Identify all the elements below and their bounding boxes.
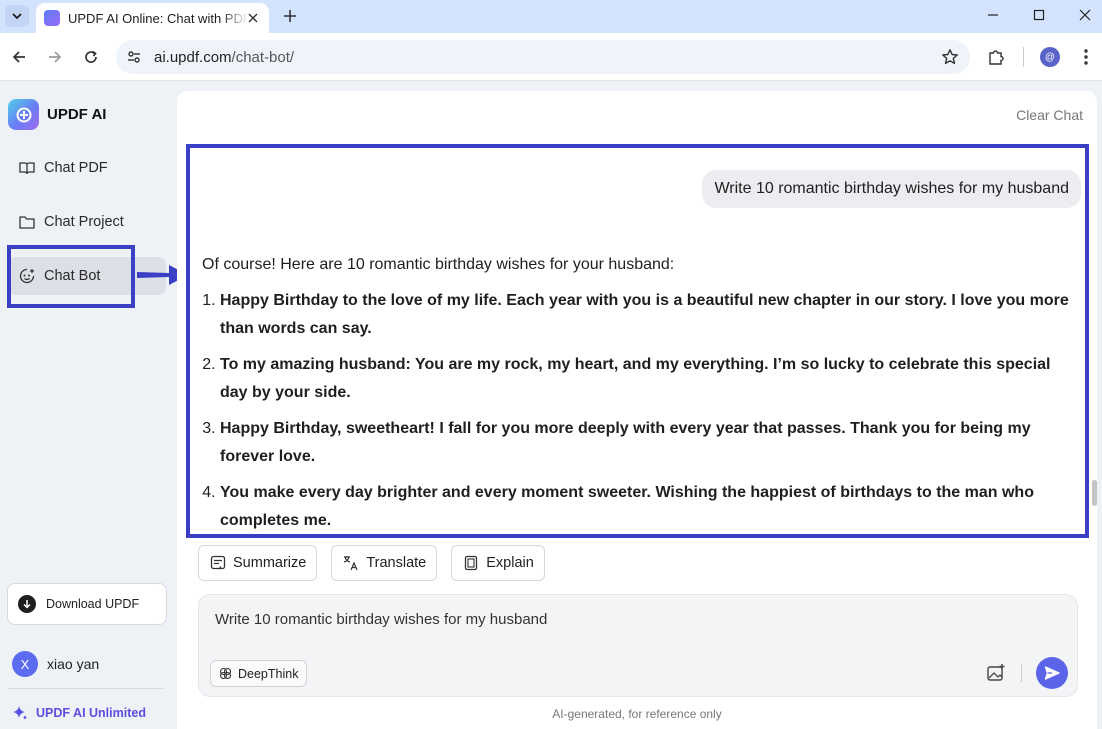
user-message-bubble: Write 10 romantic birthday wishes for my… bbox=[702, 170, 1081, 208]
tab-title: UPDF AI Online: Chat with PDF bbox=[68, 10, 248, 26]
brand-name: UPDF AI bbox=[47, 106, 107, 123]
window-close-button[interactable] bbox=[1062, 0, 1102, 30]
answer-intro: Of course! Here are 10 romantic birthday… bbox=[202, 256, 675, 273]
sidebar-item-label: Chat PDF bbox=[44, 160, 108, 176]
updf-ai-logo-icon bbox=[8, 99, 39, 130]
arrow-left-icon bbox=[12, 51, 25, 63]
download-label: Download UPDF bbox=[46, 597, 140, 611]
minimize-button[interactable] bbox=[970, 0, 1016, 30]
bot-icon bbox=[18, 267, 36, 285]
quick-actions: Summarize Translate Explain bbox=[198, 545, 545, 581]
sparkle-icon bbox=[12, 705, 28, 721]
unlimited-label: UPDF AI Unlimited bbox=[36, 706, 146, 720]
send-button[interactable] bbox=[1036, 657, 1068, 689]
chat-conversation-area: Write 10 romantic birthday wishes for my… bbox=[186, 144, 1089, 538]
summarize-button[interactable]: Summarize bbox=[198, 545, 318, 581]
document-icon bbox=[462, 554, 480, 572]
browser-tab-active[interactable]: UPDF AI Online: Chat with PDF bbox=[36, 3, 269, 33]
answer-list: Happy Birthday to the love of my life. E… bbox=[202, 287, 1072, 534]
reload-button[interactable] bbox=[77, 43, 105, 71]
arrow-right-icon bbox=[49, 51, 62, 63]
image-upload-button[interactable] bbox=[985, 662, 1007, 684]
bookmark-button[interactable] bbox=[940, 47, 960, 67]
sidebar-item-label: Chat Project bbox=[44, 214, 124, 230]
download-icon bbox=[18, 595, 36, 613]
site-info-button[interactable] bbox=[120, 43, 148, 71]
reload-icon bbox=[85, 50, 97, 63]
plus-icon bbox=[284, 10, 296, 22]
book-open-icon bbox=[18, 159, 36, 177]
close-icon bbox=[248, 13, 258, 23]
url-text: ai.updf.com/chat-bot/ bbox=[154, 49, 294, 66]
browser-toolbar: ai.updf.com/chat-bot/ @ bbox=[0, 33, 1102, 81]
list-item: You make every day brighter and every mo… bbox=[220, 479, 1072, 534]
tune-icon bbox=[128, 51, 140, 63]
explain-label: Explain bbox=[486, 555, 534, 571]
toolbar-separator bbox=[1023, 47, 1024, 67]
summarize-icon bbox=[209, 554, 227, 572]
list-item: Happy Birthday, sweetheart! I fall for y… bbox=[220, 415, 1072, 471]
send-icon bbox=[1044, 666, 1060, 680]
translate-label: Translate bbox=[366, 555, 427, 571]
more-vertical-icon bbox=[1084, 49, 1088, 65]
bot-answer: Of course! Here are 10 romantic birthday… bbox=[202, 251, 1072, 534]
maximize-icon bbox=[1033, 9, 1045, 21]
tab-search-button[interactable] bbox=[5, 5, 29, 27]
summarize-label: Summarize bbox=[233, 555, 307, 571]
ai-disclaimer: AI-generated, for reference only bbox=[552, 707, 722, 721]
avatar: X bbox=[12, 651, 38, 677]
updf-favicon-icon bbox=[44, 10, 60, 26]
message-input[interactable]: Write 10 romantic birthday wishes for my… bbox=[215, 611, 547, 628]
minimize-icon bbox=[988, 14, 998, 16]
extensions-button[interactable] bbox=[982, 43, 1010, 71]
address-bar[interactable]: ai.updf.com/chat-bot/ bbox=[116, 40, 970, 74]
app-sidebar: UPDF AI Chat PDF Chat Project Chat Bot D… bbox=[0, 81, 188, 729]
browser-tabstrip: UPDF AI Online: Chat with PDF bbox=[0, 0, 1102, 33]
chevron-down-icon bbox=[12, 13, 22, 20]
sidebar-item-chat-project[interactable]: Chat Project bbox=[8, 203, 166, 241]
translate-button[interactable]: Translate bbox=[331, 545, 438, 581]
sidebar-item-label: Chat Bot bbox=[44, 268, 101, 284]
sidebar-item-chat-pdf[interactable]: Chat PDF bbox=[8, 149, 166, 187]
browser-menu-button[interactable] bbox=[1072, 43, 1100, 71]
image-add-icon bbox=[987, 664, 1005, 681]
chat-scrollbar-thumb[interactable] bbox=[1092, 480, 1097, 506]
translate-icon bbox=[342, 554, 360, 572]
clear-chat-button[interactable]: Clear Chat bbox=[1016, 107, 1083, 123]
url-path: /chat-bot/ bbox=[231, 48, 295, 66]
ai-spark-icon bbox=[16, 107, 31, 122]
profile-avatar-button[interactable]: @ bbox=[1040, 47, 1060, 67]
url-host: ai.updf.com bbox=[154, 48, 232, 66]
download-updf-button[interactable]: Download UPDF bbox=[7, 583, 167, 625]
brand[interactable]: UPDF AI bbox=[8, 99, 106, 130]
explain-button[interactable]: Explain bbox=[451, 545, 545, 581]
maximize-button[interactable] bbox=[1016, 0, 1062, 30]
updf-ai-unlimited-link[interactable]: UPDF AI Unlimited bbox=[12, 705, 146, 721]
deepthink-icon bbox=[219, 667, 232, 680]
star-icon bbox=[942, 49, 958, 65]
message-composer[interactable]: Write 10 romantic birthday wishes for my… bbox=[198, 594, 1078, 697]
close-icon bbox=[1079, 9, 1091, 21]
composer-divider bbox=[1021, 664, 1022, 682]
puzzle-icon bbox=[989, 50, 1004, 65]
deepthink-toggle[interactable]: DeepThink bbox=[210, 660, 308, 687]
sidebar-divider bbox=[8, 688, 163, 689]
chat-main-panel: Clear Chat Write 10 romantic birthday wi… bbox=[177, 91, 1097, 729]
new-tab-button[interactable] bbox=[278, 4, 302, 28]
user-profile[interactable]: X xiao yan bbox=[12, 651, 99, 677]
folder-icon bbox=[18, 213, 36, 231]
user-name: xiao yan bbox=[47, 656, 100, 672]
list-item: Happy Birthday to the love of my life. E… bbox=[220, 287, 1072, 343]
deepthink-label: DeepThink bbox=[238, 666, 299, 681]
back-button[interactable] bbox=[5, 43, 33, 71]
list-item: To my amazing husband: You are my rock, … bbox=[220, 351, 1072, 407]
forward-button[interactable] bbox=[41, 43, 69, 71]
tab-close-button[interactable] bbox=[245, 10, 261, 26]
